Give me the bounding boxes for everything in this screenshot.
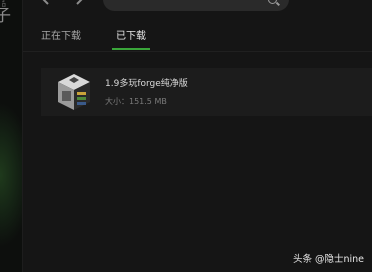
- forward-arrow-icon[interactable]: [68, 0, 84, 9]
- watermark: 头条 @隐士nine: [293, 251, 364, 265]
- arrow-left-icon: [42, 0, 56, 5]
- watermark-text: 头条 @隐士nine: [292, 254, 364, 265]
- download-manager: 正在下载 已下载 1.9多玩forge纯净版 大小：151.5 MB: [23, 0, 372, 272]
- sidebar-strip: 品 子: [0, 0, 22, 272]
- tab-divider: [23, 51, 372, 52]
- download-item-size: 大小：151.5 MB: [105, 97, 167, 106]
- download-list-item[interactable]: 1.9多玩forge纯净版 大小：151.5 MB: [41, 68, 372, 116]
- sidebar-partial-label: 子: [0, 8, 11, 25]
- package-cube-icon: [55, 71, 93, 113]
- back-arrow-icon[interactable]: [41, 0, 57, 9]
- active-tab-indicator: [112, 48, 150, 50]
- tab-downloading[interactable]: 正在下载: [41, 30, 81, 43]
- download-item-name: 1.9多玩forge纯净版: [105, 79, 188, 89]
- search-input[interactable]: [103, 0, 289, 11]
- tab-downloaded[interactable]: 已下载: [116, 30, 146, 43]
- search-icon[interactable]: [268, 0, 277, 4]
- arrow-right-icon: [69, 0, 83, 5]
